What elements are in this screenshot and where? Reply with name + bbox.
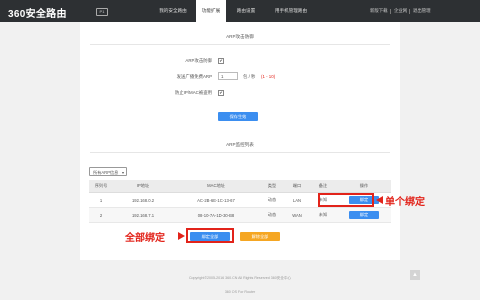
col-port: 端口 xyxy=(285,180,309,193)
tab-router-settings[interactable]: 路由设置 xyxy=(226,0,266,22)
broadcast-rate-range: (1 - 10) xyxy=(261,74,276,79)
arp-defense-label: ARP攻击防御 xyxy=(185,58,212,63)
broadcast-rate-unit: 包 / 秒 xyxy=(243,74,256,79)
link-logout[interactable]: 退出管理 xyxy=(413,0,431,22)
arp-defense-title: ARP攻击防御 xyxy=(226,34,254,39)
col-type: 类型 xyxy=(259,180,285,193)
link-download[interactable]: 新版下载 xyxy=(370,0,388,22)
highlight-single-bind xyxy=(318,193,374,207)
cell-note: 未知 xyxy=(309,207,337,223)
arrow-right-icon xyxy=(178,232,185,240)
table-header-row: 序列号 IP地址 MAC地址 类型 端口 备注 操作 xyxy=(89,180,391,193)
cell-index: 1 xyxy=(89,192,113,208)
cell-type: 动态 xyxy=(259,207,285,223)
top-nav-bar: 360安全路由 P1 我的安全路由 功能扩展 路由设置 用手机管理路由 新版下载… xyxy=(0,0,480,22)
mac-spoof-checkbox[interactable]: ✔ xyxy=(218,90,224,96)
link-enterprise[interactable]: 企业网 xyxy=(394,0,407,22)
col-index: 序列号 xyxy=(89,180,113,193)
save-button[interactable]: 保存生效 xyxy=(218,112,258,121)
footer-copyright: Copyright©2005-2016 360.CN All Rights Re… xyxy=(188,276,292,280)
cell-index: 2 xyxy=(89,207,113,223)
tab-extensions[interactable]: 功能扩展 xyxy=(196,0,226,22)
arrow-left-icon xyxy=(376,196,383,204)
main-panel: ARP攻击防御 ARP攻击防御 ✔ 发送广播免费ARP 1 包 / 秒 (1 -… xyxy=(80,22,400,260)
divider xyxy=(90,44,390,45)
divider xyxy=(409,9,410,14)
cell-mac: 08-10-7A-1D-30-B8 xyxy=(173,207,259,223)
mac-spoof-label: 防止IP/MAC被盗用 xyxy=(174,90,212,95)
bind-button-row-2[interactable]: 绑定 xyxy=(349,211,379,219)
arp-defense-checkbox[interactable]: ✔ xyxy=(218,58,224,64)
cell-type: 动态 xyxy=(259,192,285,208)
cell-action: 绑定 xyxy=(337,207,391,223)
cell-port: LAN xyxy=(285,192,309,208)
arp-filter-value: 所有ARP信息 xyxy=(93,170,119,175)
unbind-all-button[interactable]: 解除全部 xyxy=(240,232,280,241)
col-mac: MAC地址 xyxy=(173,180,259,193)
annotation-bind-all: 全部绑定 xyxy=(125,233,165,244)
divider xyxy=(90,152,390,153)
col-ip: IP地址 xyxy=(113,180,173,193)
broadcast-rate-input[interactable]: 1 xyxy=(218,72,238,80)
table-row: 2 192.168.7.1 08-10-7A-1D-30-B8 动态 WAN 未… xyxy=(89,207,391,223)
chevron-down-icon: ▾ xyxy=(121,170,124,175)
tab-my-router[interactable]: 我的安全路由 xyxy=(150,0,196,22)
col-action: 操作 xyxy=(337,180,391,193)
cell-mac: AC-2B-6E-1C-13-67 xyxy=(173,192,259,208)
broadcast-arp-label: 发送广播免费ARP xyxy=(176,74,212,79)
cell-ip: 192.168.7.1 xyxy=(113,207,173,223)
divider xyxy=(390,9,391,14)
annotation-single-bind: 单个绑定 xyxy=(385,197,425,208)
highlight-bind-all xyxy=(186,228,234,243)
scroll-top-icon[interactable]: ▲ xyxy=(410,270,420,280)
arp-filter-select[interactable]: 所有ARP信息 ▾ xyxy=(89,167,127,176)
logo-badge: P1 xyxy=(96,8,108,16)
arp-list-title: ARP监控列表 xyxy=(226,142,254,147)
cell-ip: 192.168.0.2 xyxy=(113,192,173,208)
tab-mobile-manage[interactable]: 用手机管理路由 xyxy=(266,0,316,22)
col-note: 备注 xyxy=(309,180,337,193)
footer-version: 360 OS For Router xyxy=(224,290,256,294)
logo: 360安全路由 xyxy=(8,9,67,20)
cell-port: WAN xyxy=(285,207,309,223)
